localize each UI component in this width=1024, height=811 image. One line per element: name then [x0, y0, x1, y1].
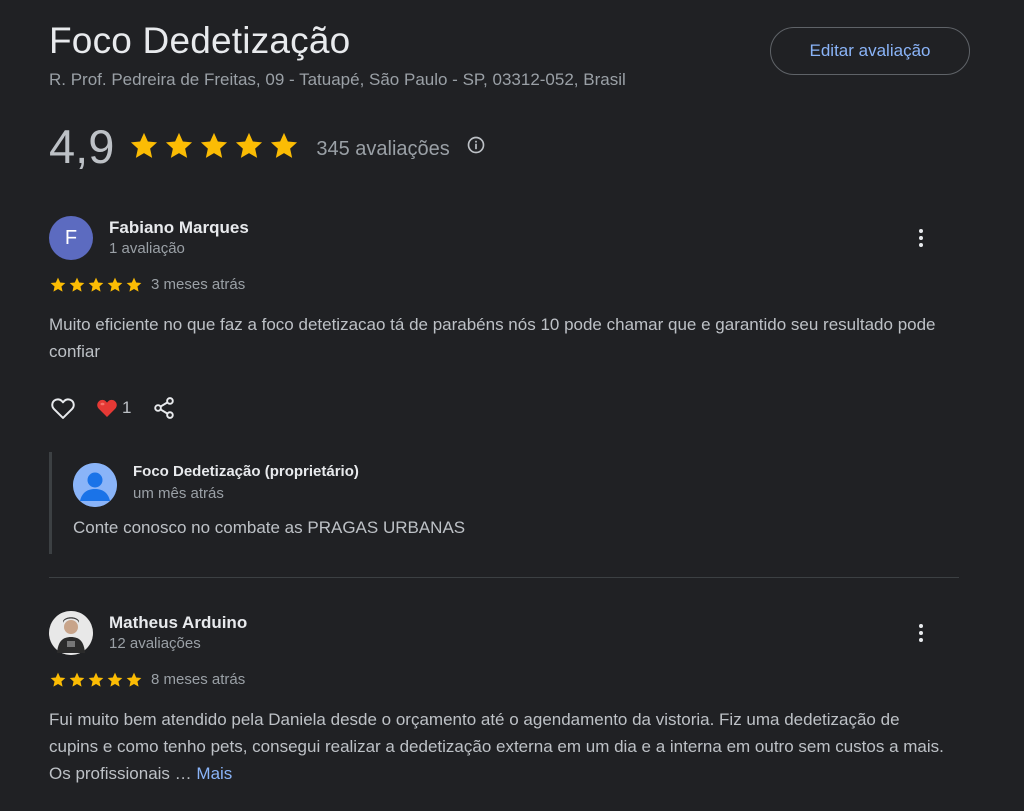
reviewer-name[interactable]: Fabiano Marques	[109, 218, 249, 238]
review-date: 8 meses atrás	[151, 671, 246, 688]
edit-review-button[interactable]: Editar avaliação	[770, 27, 970, 75]
review-date: 3 meses atrás	[151, 276, 246, 293]
avatar[interactable]	[49, 611, 93, 655]
review-card: Matheus Arduino 12 avaliações 8 meses at…	[49, 609, 959, 799]
owner-name: Foco Dedetização (proprietário)	[133, 463, 359, 480]
reply-text: Conte conosco no combate as PRAGAS URBAN…	[73, 518, 466, 537]
review-text-body: Fui muito bem atendido pela Daniela desd…	[49, 710, 944, 783]
more-vert-icon[interactable]	[911, 619, 931, 647]
star-icon	[271, 132, 298, 158]
star-icon	[107, 277, 123, 292]
star-icon	[107, 672, 123, 687]
star-icon	[166, 132, 193, 158]
heart-emoji-icon	[97, 399, 117, 417]
star-icon	[126, 277, 142, 292]
rating-value: 4,9	[49, 119, 115, 173]
star-icon	[50, 277, 66, 292]
review-stars	[49, 671, 143, 689]
review-page: Foco Dedetização R. Prof. Pedreira de Fr…	[0, 0, 1024, 811]
review-stars	[49, 276, 143, 294]
star-icon	[88, 277, 104, 292]
star-icon	[69, 672, 85, 687]
business-name: Foco Dedetização	[49, 20, 351, 61]
reply-date: um mês atrás	[133, 485, 224, 502]
business-address: R. Prof. Pedreira de Freitas, 09 - Tatua…	[49, 70, 626, 89]
rating-summary: 4,9 345 avaliações	[49, 116, 486, 176]
review-divider	[49, 577, 959, 578]
star-icon	[69, 277, 85, 292]
review-text: Fui muito bem atendido pela Daniela desd…	[49, 706, 949, 787]
star-icon	[126, 672, 142, 687]
share-icon[interactable]	[151, 395, 177, 421]
reaction-button[interactable]: 1	[95, 396, 131, 420]
star-icon	[131, 132, 158, 158]
star-icon	[201, 132, 228, 158]
reviewer-review-count: 1 avaliação	[109, 240, 185, 257]
star-icon	[50, 672, 66, 687]
more-vert-icon[interactable]	[911, 224, 931, 252]
reaction-count: 1	[122, 398, 132, 417]
reviewer-review-count: 12 avaliações	[109, 635, 201, 652]
heart-outline-icon[interactable]	[49, 394, 77, 422]
review-actions: 1	[49, 394, 177, 422]
info-icon[interactable]	[466, 135, 486, 155]
avatar[interactable]: F	[49, 216, 93, 260]
star-icon	[88, 672, 104, 687]
owner-reply: Foco Dedetização (proprietário) um mês a…	[49, 452, 952, 554]
more-link[interactable]: Mais	[196, 764, 232, 783]
reviewer-name[interactable]: Matheus Arduino	[109, 613, 247, 633]
person-avatar-icon[interactable]	[73, 463, 117, 507]
rating-stars	[128, 130, 300, 162]
review-card: F Fabiano Marques 1 avaliação 3 meses at…	[49, 214, 959, 564]
review-count[interactable]: 345 avaliações	[316, 138, 449, 161]
review-text: Muito eficiente no que faz a foco deteti…	[49, 315, 936, 361]
star-icon	[236, 132, 263, 158]
